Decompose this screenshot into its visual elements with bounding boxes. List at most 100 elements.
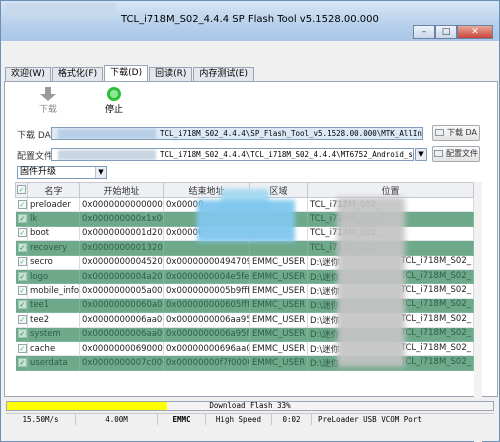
location-prefix: D:\迷你 <box>310 272 340 283</box>
row-checkbox[interactable]: ✓ <box>15 341 28 357</box>
status-speed: 15.50M/s <box>6 414 76 425</box>
tab-format[interactable]: 格式化(F) <box>51 67 104 81</box>
start-address: 0x000000000x1x00000 <box>79 211 164 227</box>
mode-select[interactable]: 固件升级 ▼ <box>17 166 107 179</box>
minimize-button[interactable]: – <box>413 25 435 39</box>
partition-name: userdata <box>27 355 80 371</box>
location-suffix: TCL_i718M_S02_ <box>400 313 471 324</box>
end-address: 0x000000000605fff <box>163 298 250 314</box>
download-agent-path-field[interactable]: TCL_i718M_S02_4.4.4\SP_Flash_Tool_v5.152… <box>51 127 423 140</box>
close-button[interactable]: ✕ <box>457 25 493 39</box>
start-address: 0x0000000005a0000 <box>79 283 164 299</box>
download-agent-label: 下载 DA <box>17 131 51 141</box>
tab-welcome[interactable]: 欢迎(W) <box>5 67 51 81</box>
end-address: 0x00000000f7f0000 <box>163 355 250 371</box>
location-suffix: TCL_i718M_S02_ <box>400 328 471 339</box>
end-address: 0x00000000494709f <box>163 255 250 270</box>
download-agent-path: TCL_i718M_S02_4.4.4\SP_Flash_Tool_v5.152… <box>160 129 423 138</box>
row-checkbox[interactable]: ✓ <box>15 211 28 227</box>
row-checkbox[interactable]: ✓ <box>15 226 28 242</box>
location-prefix: D:\迷你 <box>310 287 340 298</box>
column-header-start[interactable]: 开始地址 <box>79 182 164 198</box>
region: EMMC_USER <box>249 327 308 342</box>
status-info-row: 15.50M/s 4.00M EMMC High Speed 0:02 PreL… <box>6 413 494 425</box>
location-suffix: TCL_i718M_S02_ <box>400 356 471 367</box>
location-prefix: D:\迷你 <box>310 344 340 355</box>
row-checkbox[interactable]: ✓ <box>15 197 28 213</box>
region: EMMC_USER <box>249 341 308 357</box>
region: EMMC_USER <box>249 355 308 371</box>
row-checkbox[interactable]: ✓ <box>15 298 28 314</box>
checkbox-icon: ✓ <box>17 357 27 367</box>
partition-name: logo <box>27 269 80 285</box>
checkbox-icon: ✓ <box>17 199 27 209</box>
restore-button[interactable]: □ <box>435 25 457 39</box>
row-checkbox[interactable]: ✓ <box>15 355 28 371</box>
tab-readback[interactable]: 回读(R) <box>149 67 193 81</box>
end-address: 0x0000000006aa95ff <box>163 312 250 328</box>
mode-select-value: 固件升级 <box>20 167 57 177</box>
config-file-path-field[interactable]: TCL_i718M_S02_4.4.4\TCL_i718M_S02_4.4.4\… <box>51 148 414 161</box>
stop-icon <box>107 87 121 101</box>
partition-name: cache <box>27 341 80 357</box>
checkbox-icon: ✓ <box>17 257 27 267</box>
stop-button[interactable]: 停止 <box>81 86 147 116</box>
sp-flash-tool-window: TCL_i718M_S02_4.4.4 SP Flash Tool v5.152… <box>0 0 500 442</box>
blurred-path-prefix <box>58 150 156 160</box>
title-bar: TCL_i718M_S02_4.4.4 SP Flash Tool v5.152… <box>1 1 499 41</box>
status-port: PreLoader USB VCOM Port <box>318 415 422 424</box>
checkbox-icon: ✓ <box>17 314 27 324</box>
download-label: 下载 <box>38 105 57 115</box>
start-address: 0x0000000000000000 <box>79 197 164 213</box>
region: EMMC_USER <box>249 283 308 299</box>
progress-text: Download Flash 33% <box>209 401 291 410</box>
tab-memory-test[interactable]: 内存测试(E) <box>193 67 255 81</box>
end-address: 0x0000000005b9ffff <box>163 283 250 299</box>
status-storage: EMMC <box>158 414 206 425</box>
column-header-name[interactable]: 名字 <box>27 182 80 198</box>
checkbox-icon: ✓ <box>17 300 27 310</box>
start-address: 0x00000000060a0000 <box>79 298 164 314</box>
row-checkbox[interactable]: ✓ <box>15 240 28 256</box>
row-checkbox[interactable]: ✓ <box>15 269 28 285</box>
status-time: 0:02 <box>272 414 312 425</box>
region: EMMC_USER <box>249 298 308 314</box>
location-suffix: TCL_i718M_S02_ <box>400 299 471 310</box>
row-checkbox[interactable]: ✓ <box>15 312 28 328</box>
config-dropdown-arrow[interactable]: ▼ <box>415 148 427 161</box>
checkbox-icon: ✓ <box>17 329 27 339</box>
start-address: 0x0000000004a20000 <box>79 269 164 285</box>
checkbox-icon: ✓ <box>17 343 27 353</box>
location-suffix: TCL_i718M_S02_ <box>400 342 471 353</box>
download-button[interactable]: 下载 <box>15 86 81 116</box>
row-checkbox[interactable]: ✓ <box>15 255 28 270</box>
config-file-button[interactable]: 配置文件 <box>432 146 480 162</box>
region <box>249 240 308 256</box>
blurred-path-prefix <box>58 129 156 139</box>
checkbox-icon: ✓ <box>17 271 27 281</box>
tab-download[interactable]: 下载(D) <box>104 65 149 81</box>
select-all-checkbox[interactable]: ✓ <box>15 182 28 198</box>
row-checkbox[interactable]: ✓ <box>15 283 28 299</box>
partition-name: tee1 <box>27 298 80 314</box>
partition-name: preloader <box>27 197 80 213</box>
region: EMMC_USER <box>249 269 308 285</box>
row-checkbox[interactable]: ✓ <box>15 327 28 342</box>
config-file-path: TCL_i718M_S02_4.4.4\TCL_i718M_S02_4.4.4\… <box>160 150 414 159</box>
download-agent-button-label: 下载 DA <box>446 128 478 137</box>
blurred-title-area <box>5 3 115 15</box>
blurred-region <box>197 200 295 242</box>
partition-name: tee2 <box>27 312 80 328</box>
region: EMMC_USER <box>249 255 308 270</box>
window-controls: – □ ✕ <box>413 25 493 39</box>
chevron-down-icon: ▼ <box>416 149 426 160</box>
partition-name: mobile_info <box>27 283 80 299</box>
checkbox-icon: ✓ <box>17 228 27 238</box>
checkbox-icon: ✓ <box>17 286 27 296</box>
menu-bar <box>1 41 499 65</box>
checkbox-icon: ✓ <box>17 242 27 252</box>
column-header-location[interactable]: 位置 <box>307 182 474 198</box>
end-address: 0x0000000006a95ff <box>163 327 250 342</box>
download-agent-button[interactable]: 下载 DA <box>432 125 480 141</box>
end-address: 0x0000000004e5fe6f <box>163 269 250 285</box>
